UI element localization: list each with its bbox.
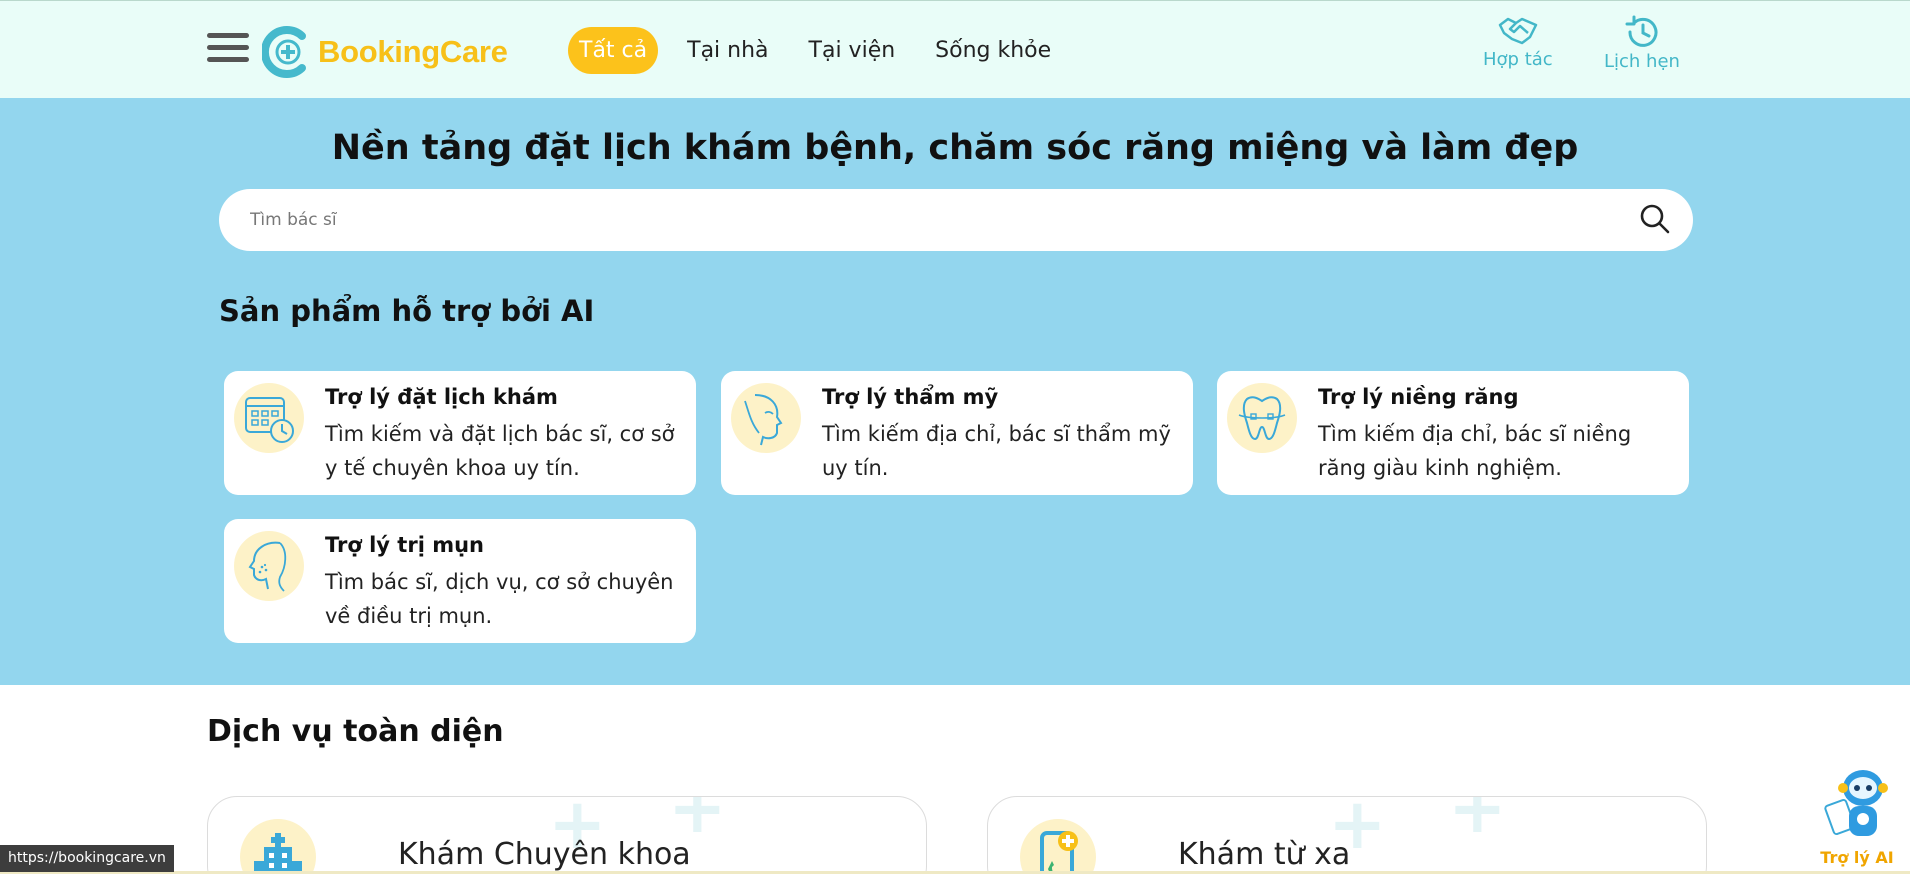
nav-tab-at-hospital[interactable]: Tại viện [798,27,907,74]
handshake-icon [1498,17,1538,45]
ai-card-title: Trợ lý niềng răng [1318,385,1519,409]
ai-card-description: Tìm kiếm địa chỉ, bác sĩ niềng răng giàu… [1318,422,1632,480]
history-icon [1625,15,1658,47]
service-card-remote[interactable]: + + Khám từ xa [987,796,1707,874]
acne-face-icon [234,531,304,601]
partner-label: Hợp tác [1483,49,1553,70]
ai-card-aesthetics-assistant[interactable]: Trợ lý thẩm mỹ Tìm kiếm địa chỉ, bác sĩ … [721,371,1193,495]
hero-title: Nền tảng đặt lịch khám bệnh, chăm sóc ră… [331,128,1579,168]
service-title: Khám từ xa [1178,837,1351,872]
ai-card-title: Trợ lý trị mụn [325,533,484,557]
hamburger-line [207,45,249,50]
ai-card-acne-assistant[interactable]: Trợ lý trị mụn Tìm bác sĩ, dịch vụ, cơ s… [224,519,696,643]
decor-plus-icon: + [1448,796,1507,849]
appointments-button[interactable]: Lịch hẹn [1604,15,1680,72]
tooth-icon [1227,383,1297,453]
ai-assistant-button[interactable]: Trợ lý AI [1817,762,1897,870]
services-heading: Dịch vụ toàn diện [207,714,504,749]
ai-products-heading: Sản phẩm hỗ trợ bởi AI [219,294,595,328]
menu-button[interactable] [207,33,249,67]
nav-tab-all[interactable]: Tất cả [568,27,659,74]
ai-card-braces-assistant[interactable]: Trợ lý niềng răng Tìm kiếm địa chỉ, bác … [1217,371,1689,495]
status-bar-url: https://bookingcare.vn [0,845,174,872]
ai-card-title: Trợ lý đặt lịch khám [325,385,558,409]
ai-card-description: Tìm kiếm và đặt lịch bác sĩ, cơ sở y tế … [325,422,675,480]
partner-button[interactable]: Hợp tác [1483,15,1553,70]
search-icon[interactable] [1639,203,1671,235]
calendar-clock-icon [234,383,304,453]
nav-tab-at-home[interactable]: Tại nhà [676,27,779,74]
phone-medical-icon [1020,819,1096,874]
hamburger-line [207,33,249,38]
logo-text: BookingCare [318,34,508,69]
face-profile-icon [731,383,801,453]
hospital-icon [240,819,316,874]
ai-card-description: Tìm bác sĩ, dịch vụ, cơ sở chuyên về điề… [325,570,674,628]
top-header: BookingCare Tất cả Tại nhà Tại viện Sống… [0,0,1910,98]
hamburger-line [207,57,249,62]
service-card-specialist[interactable]: + + Khám Chuyên khoa [207,796,927,874]
search-input[interactable] [250,203,1600,237]
search-bar[interactable] [219,189,1693,251]
logo[interactable]: BookingCare [262,23,508,81]
ai-card-description: Tìm kiếm địa chỉ, bác sĩ thẩm mỹ uy tín. [822,422,1171,480]
service-title: Khám Chuyên khoa [398,837,691,872]
logo-icon [262,26,306,78]
appointments-label: Lịch hẹn [1604,51,1680,72]
ai-card-title: Trợ lý thẩm mỹ [822,385,999,409]
ai-assistant-label: Trợ lý AI [1820,848,1894,867]
nav-tab-healthy-living[interactable]: Sống khỏe [924,27,1062,74]
robot-icon [1824,770,1888,836]
main-nav: Tất cả Tại nhà Tại viện Sống khỏe [568,27,1080,74]
ai-card-booking-assistant[interactable]: Trợ lý đặt lịch khám Tìm kiếm và đặt lịc… [224,371,696,495]
